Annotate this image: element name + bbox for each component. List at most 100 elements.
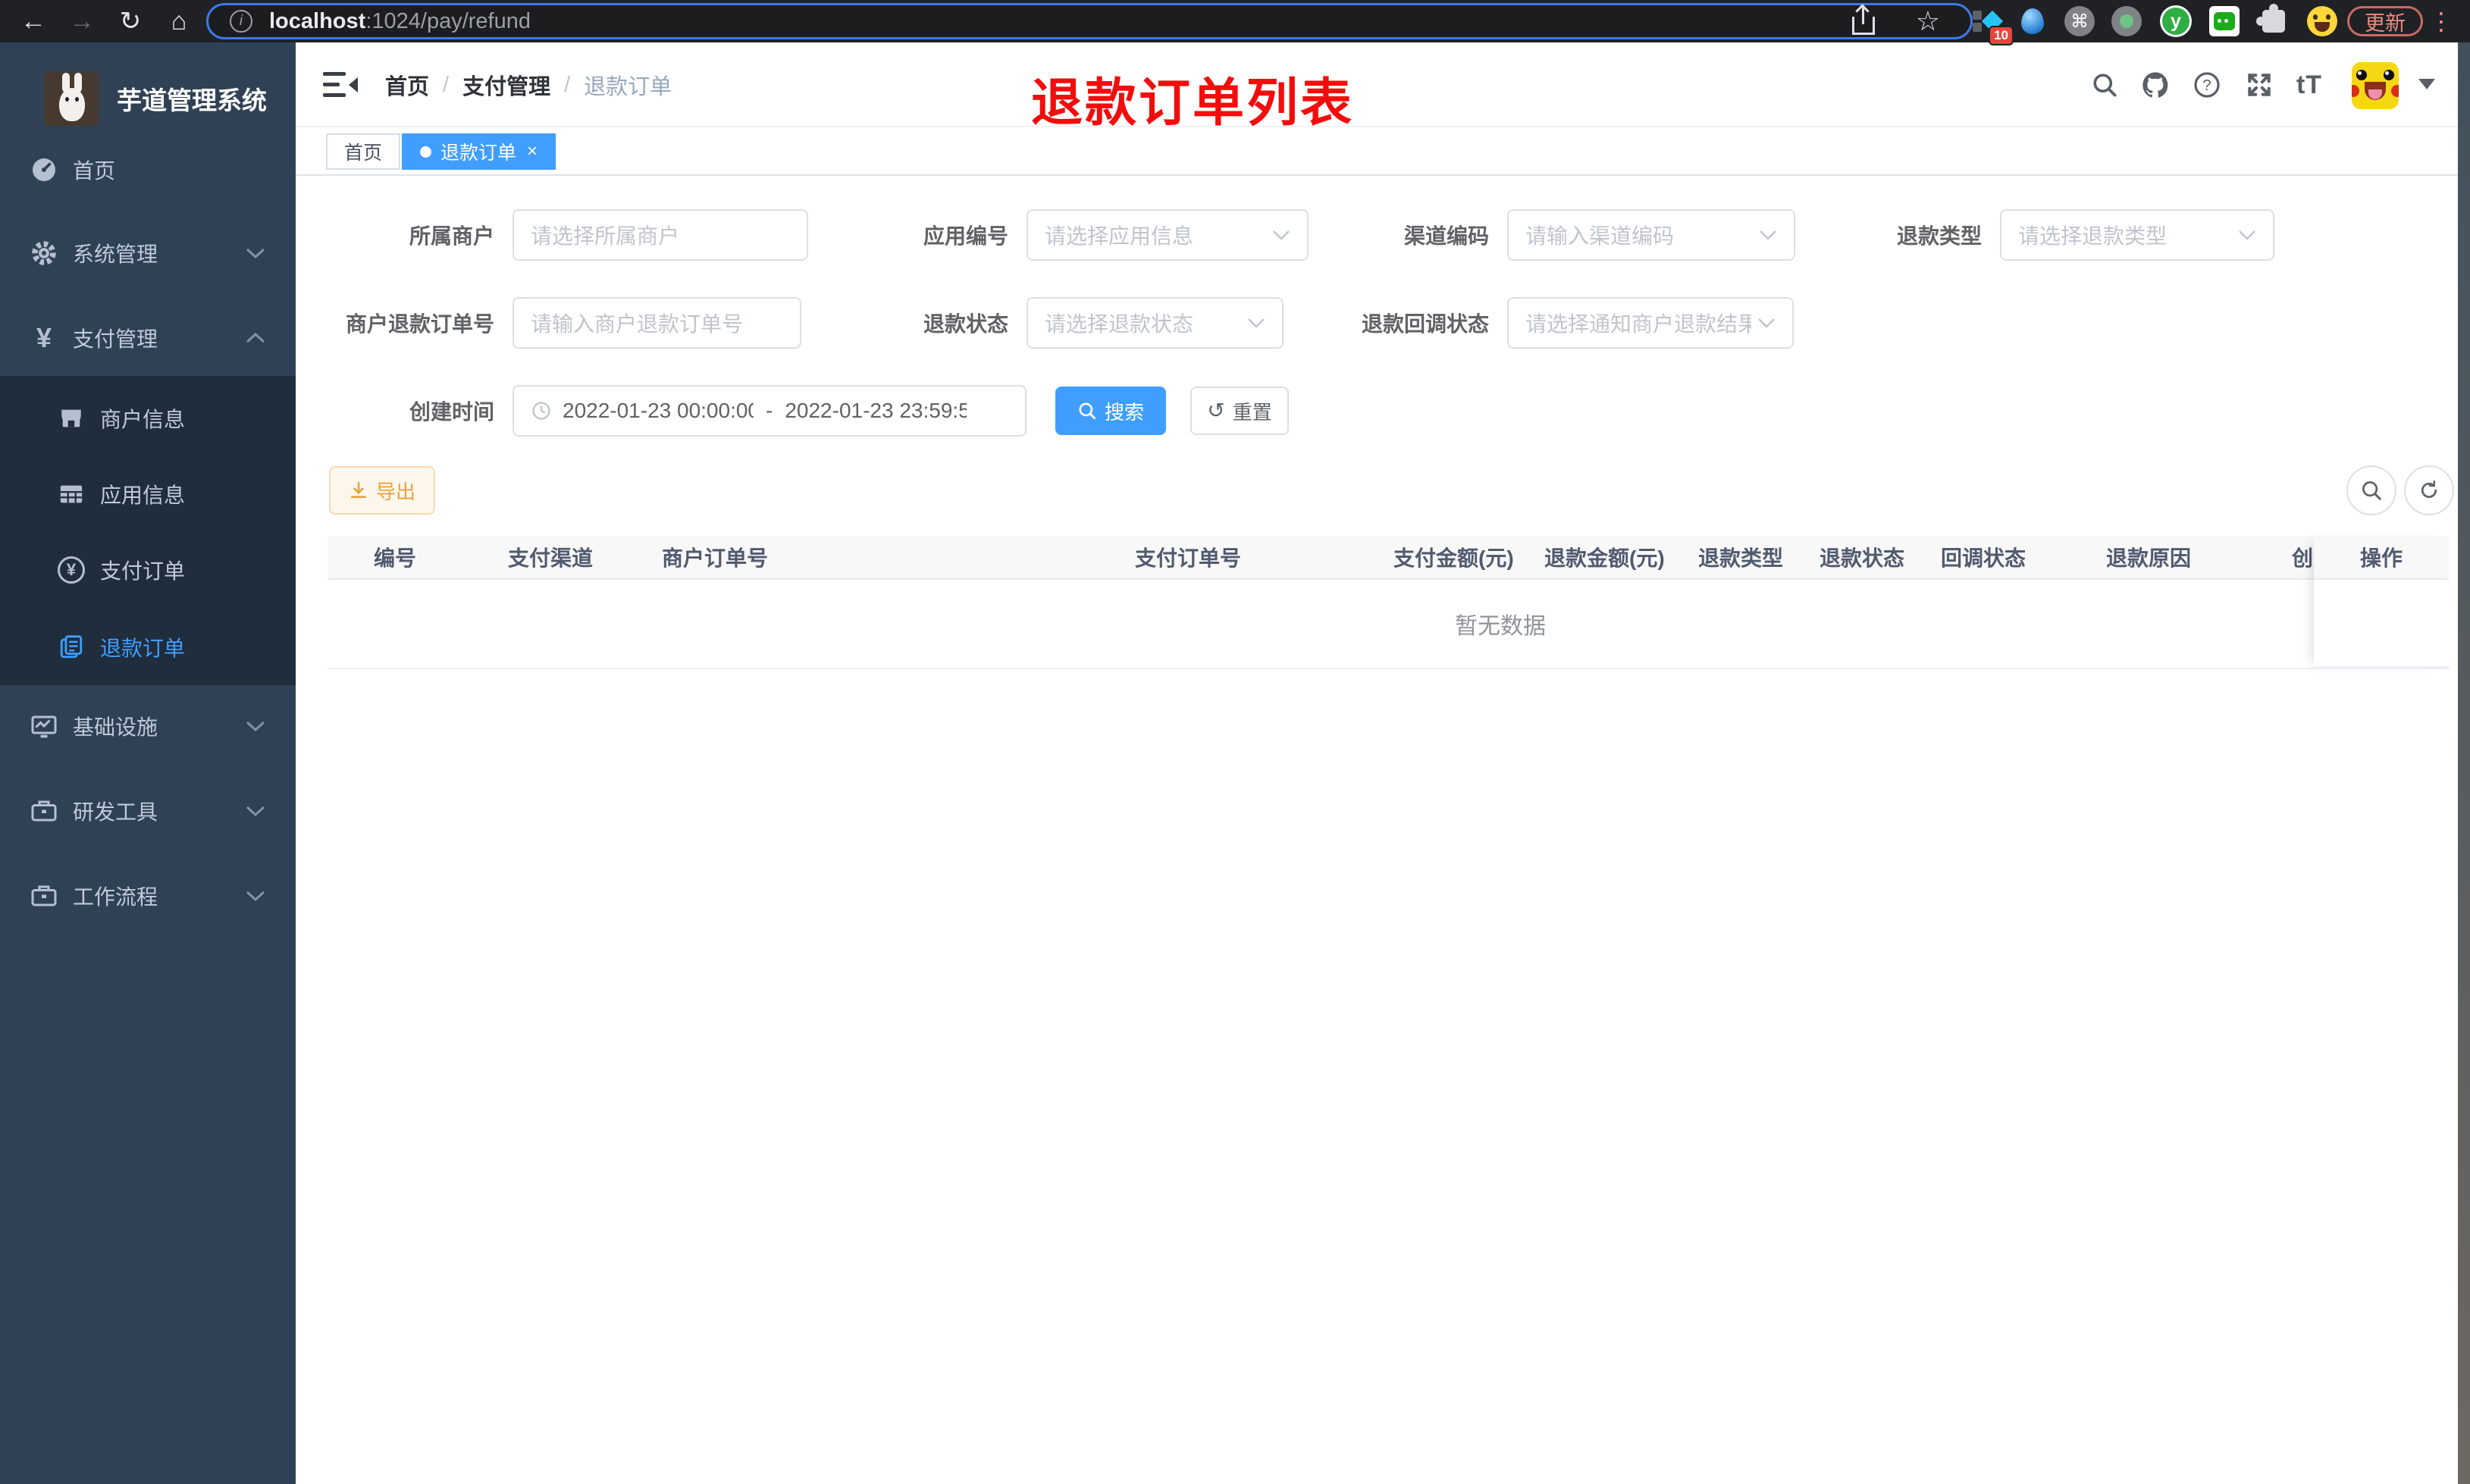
dashboard-icon bbox=[27, 156, 61, 183]
browser-update-button[interactable]: 更新 bbox=[2347, 6, 2423, 36]
notify-status-select[interactable]: 请选择通知商户退款结果 bbox=[1507, 297, 1794, 349]
extension-command-icon[interactable]: ⌘ bbox=[2058, 0, 2101, 42]
font-size-icon[interactable]: tT bbox=[2285, 42, 2334, 127]
merchant-select[interactable]: 请选择所属商户 bbox=[512, 209, 808, 261]
date-start-value[interactable]: 2022-01-23 00:00:00 bbox=[563, 399, 754, 423]
extension-wechat-icon[interactable] bbox=[2203, 0, 2246, 42]
breadcrumb-current: 退款订单 bbox=[584, 75, 672, 99]
yen-circle-icon: ¥ bbox=[55, 556, 88, 584]
export-button[interactable]: 导出 bbox=[329, 466, 435, 515]
tags-view-bar: 首页 退款订单 × bbox=[296, 127, 2470, 176]
briefcase-icon bbox=[27, 797, 61, 825]
url-bar[interactable]: i localhost:1024/pay/refund ☆ bbox=[206, 3, 1973, 39]
download-icon bbox=[349, 481, 368, 500]
scrollbar[interactable] bbox=[2458, 42, 2470, 1484]
tab-refund-order[interactable]: 退款订单 × bbox=[402, 133, 556, 170]
extension-balloon-icon[interactable] bbox=[2011, 0, 2054, 42]
col-pay-channel: 支付渠道 bbox=[508, 546, 594, 570]
breadcrumb-home[interactable]: 首页 bbox=[385, 69, 429, 101]
refund-status-select[interactable]: 请选择退款状态 bbox=[1027, 297, 1284, 349]
extension-recorder-icon[interactable] bbox=[2105, 0, 2148, 42]
filter-refund-type: 退款类型 请选择退款类型 bbox=[1795, 209, 2274, 261]
help-icon[interactable]: ? bbox=[2183, 42, 2231, 127]
merchant-refund-no-input[interactable]: 请输入商户退款订单号 bbox=[512, 297, 801, 349]
reset-button[interactable]: ↺ 重置 bbox=[1190, 387, 1289, 435]
app-title: 芋道管理系统 bbox=[117, 86, 267, 114]
tab-close-icon[interactable]: × bbox=[527, 141, 538, 162]
sidebar: 芋道管理系统 首页 系统管理 ¥ 支付管理 商户信息 应用信息 ¥ 支付订单 退… bbox=[0, 42, 296, 1484]
url-host: localhost bbox=[269, 8, 366, 33]
col-refund-status: 退款状态 bbox=[1820, 546, 1905, 570]
yen-icon: ¥ bbox=[36, 322, 52, 353]
sidebar-item-workflow[interactable]: 工作流程 bbox=[0, 856, 296, 935]
browser-chrome: ← → ↻ ⌂ i localhost:1024/pay/refund ☆ 10… bbox=[0, 0, 2470, 45]
date-range-picker[interactable]: 2022-01-23 00:00:00 - 2022-01-23 23:59:5… bbox=[512, 385, 1027, 437]
browser-menu-icon[interactable]: ⋮ bbox=[2423, 3, 2459, 39]
sidebar-item-home[interactable]: 首页 bbox=[0, 130, 296, 209]
github-icon[interactable] bbox=[2131, 42, 2180, 127]
sidebar-item-refund-order[interactable]: 退款订单 bbox=[0, 608, 296, 687]
fullscreen-icon[interactable] bbox=[2235, 42, 2283, 127]
extensions-puzzle-icon[interactable] bbox=[2252, 0, 2295, 42]
sidebar-item-infra[interactable]: 基础设施 bbox=[0, 687, 296, 765]
tab-home[interactable]: 首页 bbox=[326, 133, 401, 170]
refund-type-select[interactable]: 请选择退款类型 bbox=[2000, 209, 2274, 261]
search-button[interactable]: 搜索 bbox=[1055, 387, 1166, 435]
app-select[interactable]: 请选择应用信息 bbox=[1027, 209, 1309, 261]
table-header-row: 编号 支付渠道 商户订单号 支付订单号 支付金额(元) 退款金额(元) 退款类型… bbox=[328, 536, 2449, 580]
chevron-down-icon bbox=[2238, 230, 2256, 240]
site-info-icon[interactable]: i bbox=[230, 10, 252, 33]
monitor-icon bbox=[27, 712, 61, 740]
header-search-icon[interactable] bbox=[2080, 42, 2129, 127]
bookmark-star-icon[interactable]: ☆ bbox=[1916, 5, 1940, 37]
table-grid-icon bbox=[55, 481, 88, 507]
share-icon[interactable] bbox=[1851, 6, 1875, 35]
briefcase-icon bbox=[27, 882, 61, 909]
channel-select[interactable]: 请输入渠道编码 bbox=[1507, 209, 1795, 261]
browser-reload-icon[interactable]: ↻ bbox=[112, 3, 149, 39]
show-search-toggle-button[interactable] bbox=[2346, 465, 2396, 515]
extension-y-icon[interactable]: y bbox=[2155, 0, 2197, 42]
breadcrumb-pay[interactable]: 支付管理 bbox=[462, 69, 550, 101]
filter-refund-status: 退款状态 请选择退款状态 bbox=[801, 297, 1284, 349]
col-refund-type: 退款类型 bbox=[1698, 546, 1784, 570]
extension-badge: 10 bbox=[1989, 26, 2014, 45]
active-tab-dot bbox=[420, 146, 431, 158]
empty-state-text: 暂无数据 bbox=[1455, 614, 1546, 639]
chevron-down-icon bbox=[1757, 318, 1776, 328]
chevron-down-icon bbox=[1247, 318, 1265, 328]
browser-back-icon[interactable]: ← bbox=[15, 3, 52, 39]
chevron-down-icon bbox=[1272, 230, 1290, 240]
table-empty-body: 暂无数据 bbox=[328, 580, 2449, 669]
avatar-dropdown-caret-icon[interactable] bbox=[2418, 79, 2435, 98]
refresh-table-button[interactable] bbox=[2404, 465, 2454, 515]
filter-channel: 渠道编码 请输入渠道编码 bbox=[1309, 209, 1795, 261]
date-end-value[interactable]: 2022-01-23 23:59:59 bbox=[785, 399, 967, 423]
col-refund-amount: 退款金额(元) bbox=[1544, 546, 1665, 570]
sidebar-item-pay[interactable]: ¥ 支付管理 bbox=[0, 299, 296, 377]
extension-proxy-icon[interactable]: 10 bbox=[1965, 0, 2014, 45]
filter-merchant-refund-no: 商户退款订单号 请输入商户退款订单号 bbox=[328, 297, 801, 349]
sidebar-item-merchant-info[interactable]: 商户信息 bbox=[0, 379, 296, 458]
chevron-down-icon bbox=[246, 247, 265, 259]
url-text[interactable]: localhost:1024/pay/refund bbox=[269, 9, 531, 34]
app-logo[interactable]: 芋道管理系统 bbox=[0, 61, 296, 136]
sidebar-item-dev-tools[interactable]: 研发工具 bbox=[0, 772, 296, 850]
sidebar-toggle-icon[interactable] bbox=[323, 71, 358, 99]
sidebar-item-pay-order[interactable]: ¥ 支付订单 bbox=[0, 531, 296, 609]
browser-home-icon[interactable]: ⌂ bbox=[161, 3, 197, 39]
sidebar-item-app-info[interactable]: 应用信息 bbox=[0, 455, 296, 534]
filter-merchant: 所属商户 请选择所属商户 bbox=[328, 209, 808, 261]
filter-app: 应用编号 请选择应用信息 bbox=[808, 209, 1309, 261]
browser-forward-icon[interactable]: → bbox=[64, 3, 100, 39]
filter-create-time: 创建时间 2022-01-23 00:00:00 - 2022-01-23 23… bbox=[328, 385, 1027, 437]
sidebar-item-system[interactable]: 系统管理 bbox=[0, 214, 296, 293]
chevron-down-icon bbox=[246, 805, 265, 817]
col-callback-status: 回调状态 bbox=[1941, 546, 2026, 570]
profile-emoji-icon[interactable] bbox=[2301, 0, 2343, 42]
search-icon bbox=[1077, 401, 1097, 421]
user-avatar[interactable] bbox=[2352, 62, 2399, 109]
rabbit-logo-image bbox=[44, 71, 99, 126]
annotation-title: 退款订单列表 bbox=[1031, 74, 1355, 132]
top-navbar: 首页 / 支付管理 / 退款订单 ? tT bbox=[296, 42, 2470, 127]
